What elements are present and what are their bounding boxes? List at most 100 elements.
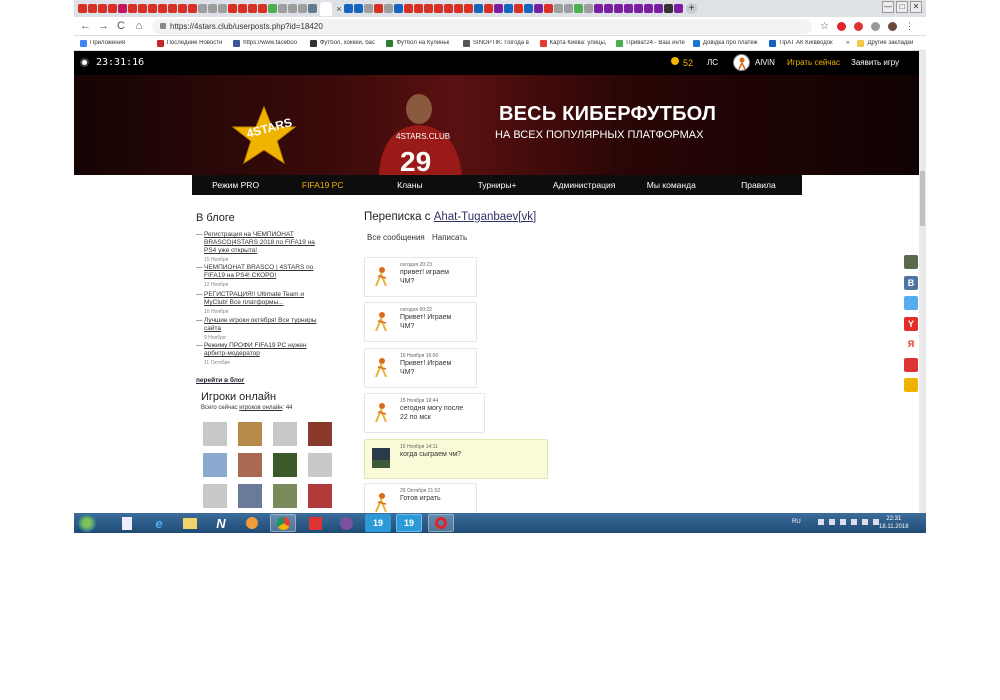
- browser-tab[interactable]: [238, 4, 247, 13]
- browser-tab[interactable]: [158, 4, 167, 13]
- online-player-avatar[interactable]: [203, 484, 227, 508]
- browser-tab[interactable]: [364, 4, 373, 13]
- bookmark-item[interactable]: Футбол, хоккей, бас: [309, 39, 379, 47]
- online-player-avatar[interactable]: [238, 484, 262, 508]
- play-now-link[interactable]: Играть сейчас: [787, 58, 840, 67]
- browser-tab[interactable]: [178, 4, 187, 13]
- taskbar-app19-1[interactable]: 19: [365, 514, 391, 532]
- user-avatar[interactable]: [733, 54, 750, 71]
- blog-post-link[interactable]: ЧЕМПИОНАТ BRASCO | 4STARS по FIFA19 на P…: [196, 264, 321, 280]
- close-window-button[interactable]: ✕: [910, 1, 922, 13]
- share-yandex-icon[interactable]: Я: [904, 337, 918, 351]
- share-twitter-icon[interactable]: [904, 296, 918, 310]
- browser-tab[interactable]: [584, 4, 593, 13]
- bookmark-item[interactable]: Карта Киева: улицы,: [539, 39, 609, 47]
- browser-tab[interactable]: [504, 4, 513, 13]
- other-bookmarks[interactable]: Другие закладки: [857, 39, 926, 47]
- browser-tab[interactable]: [524, 4, 533, 13]
- browser-tab[interactable]: [344, 4, 353, 13]
- browser-tab[interactable]: [604, 4, 613, 13]
- extension-icon[interactable]: [853, 21, 863, 31]
- sender-avatar[interactable]: [372, 311, 390, 331]
- browser-tab[interactable]: [554, 4, 563, 13]
- browser-tab[interactable]: [188, 4, 197, 13]
- browser-tab[interactable]: [434, 4, 443, 13]
- taskbar-n-app[interactable]: N: [208, 514, 234, 532]
- browser-tab[interactable]: [148, 4, 157, 13]
- taskbar-app-icon[interactable]: [302, 514, 328, 532]
- tray-icon[interactable]: [818, 519, 824, 525]
- nav-item[interactable]: FIFA19 PC: [279, 180, 366, 190]
- share-star-icon[interactable]: [904, 378, 918, 392]
- browser-tab[interactable]: [484, 4, 493, 13]
- browser-tab[interactable]: [454, 4, 463, 13]
- taskbar-app19-2[interactable]: 19: [396, 514, 422, 532]
- star-icon[interactable]: ☆: [820, 21, 829, 32]
- browser-tab[interactable]: [594, 4, 603, 13]
- browser-tab[interactable]: [494, 4, 503, 13]
- browser-tab[interactable]: [474, 4, 483, 13]
- address-bar[interactable]: https://4stars.club/userposts.php?id=184…: [152, 18, 812, 34]
- active-browser-tab[interactable]: [320, 1, 332, 16]
- nav-item[interactable]: Кланы: [366, 180, 453, 190]
- browser-tab[interactable]: [208, 4, 217, 13]
- nav-item[interactable]: Администрация: [541, 180, 628, 190]
- nav-item[interactable]: Режим PRO: [192, 180, 279, 190]
- browser-tab[interactable]: [308, 4, 317, 13]
- tray-icon[interactable]: [851, 519, 857, 525]
- sender-avatar[interactable]: [372, 402, 390, 422]
- browser-tab[interactable]: [424, 4, 433, 13]
- close-tab-icon[interactable]: ×: [335, 4, 343, 14]
- share-vk-icon[interactable]: В: [904, 275, 918, 290]
- browser-tab[interactable]: [534, 4, 543, 13]
- forward-button[interactable]: →: [98, 20, 109, 32]
- browser-tab[interactable]: [624, 4, 633, 13]
- browser-tab[interactable]: [78, 4, 87, 13]
- bookmark-item[interactable]: Последние Новости: [156, 39, 226, 47]
- bookmark-item[interactable]: Довідка про платеж: [692, 39, 762, 47]
- page-scrollbar[interactable]: [919, 51, 926, 513]
- online-player-avatar[interactable]: [308, 422, 332, 446]
- claim-game-link[interactable]: Заявить игру: [851, 58, 899, 67]
- browser-tab[interactable]: [384, 4, 393, 13]
- reload-button[interactable]: C: [116, 20, 126, 32]
- share-youtube-icon[interactable]: Y: [904, 316, 918, 331]
- taskbar-viber-icon[interactable]: [333, 514, 359, 532]
- user-name[interactable]: AlViN: [755, 58, 775, 67]
- bookmark-item[interactable]: Приложения: [80, 39, 149, 47]
- browser-tab[interactable]: [98, 4, 107, 13]
- profile-icon[interactable]: [887, 21, 897, 31]
- blog-post-link[interactable]: Регистрация на ЧЕМПИОНАТ BRASCO|4STARS 2…: [196, 231, 321, 255]
- browser-tab[interactable]: [138, 4, 147, 13]
- taskbar-explorer-icon[interactable]: [177, 514, 203, 532]
- browser-tab[interactable]: [654, 4, 663, 13]
- nav-item[interactable]: Мы команда: [628, 180, 715, 190]
- sender-avatar[interactable]: [372, 266, 390, 286]
- coin-balance[interactable]: 52: [683, 58, 693, 68]
- maximize-button[interactable]: □: [896, 1, 908, 13]
- browser-tab[interactable]: [564, 4, 573, 13]
- scrollbar-thumb[interactable]: [920, 171, 925, 226]
- online-player-avatar[interactable]: [308, 484, 332, 508]
- opera-icon[interactable]: [836, 21, 846, 31]
- browser-tab[interactable]: [118, 4, 127, 13]
- browser-tab[interactable]: [268, 4, 277, 13]
- own-avatar[interactable]: [372, 448, 390, 468]
- browser-tab[interactable]: [664, 4, 673, 13]
- nav-item[interactable]: Турниры+: [453, 180, 540, 190]
- browser-tab[interactable]: [394, 4, 403, 13]
- private-messages-link[interactable]: ЛС: [707, 58, 718, 67]
- browser-tab[interactable]: [228, 4, 237, 13]
- tab-all-messages[interactable]: Все сообщения: [367, 233, 425, 242]
- online-players-link[interactable]: игроков онлайн: [239, 405, 282, 411]
- bookmark-item[interactable]: ПрАТ АК Київводок: [769, 39, 838, 47]
- sender-avatar[interactable]: [372, 492, 390, 512]
- online-player-avatar[interactable]: [273, 422, 297, 446]
- browser-tab[interactable]: [544, 4, 553, 13]
- new-tab-button[interactable]: +: [686, 3, 697, 14]
- online-player-avatar[interactable]: [203, 453, 227, 477]
- browser-tab[interactable]: [128, 4, 137, 13]
- language-indicator[interactable]: RU: [792, 519, 801, 525]
- browser-tab[interactable]: [514, 4, 523, 13]
- browser-tab[interactable]: [374, 4, 383, 13]
